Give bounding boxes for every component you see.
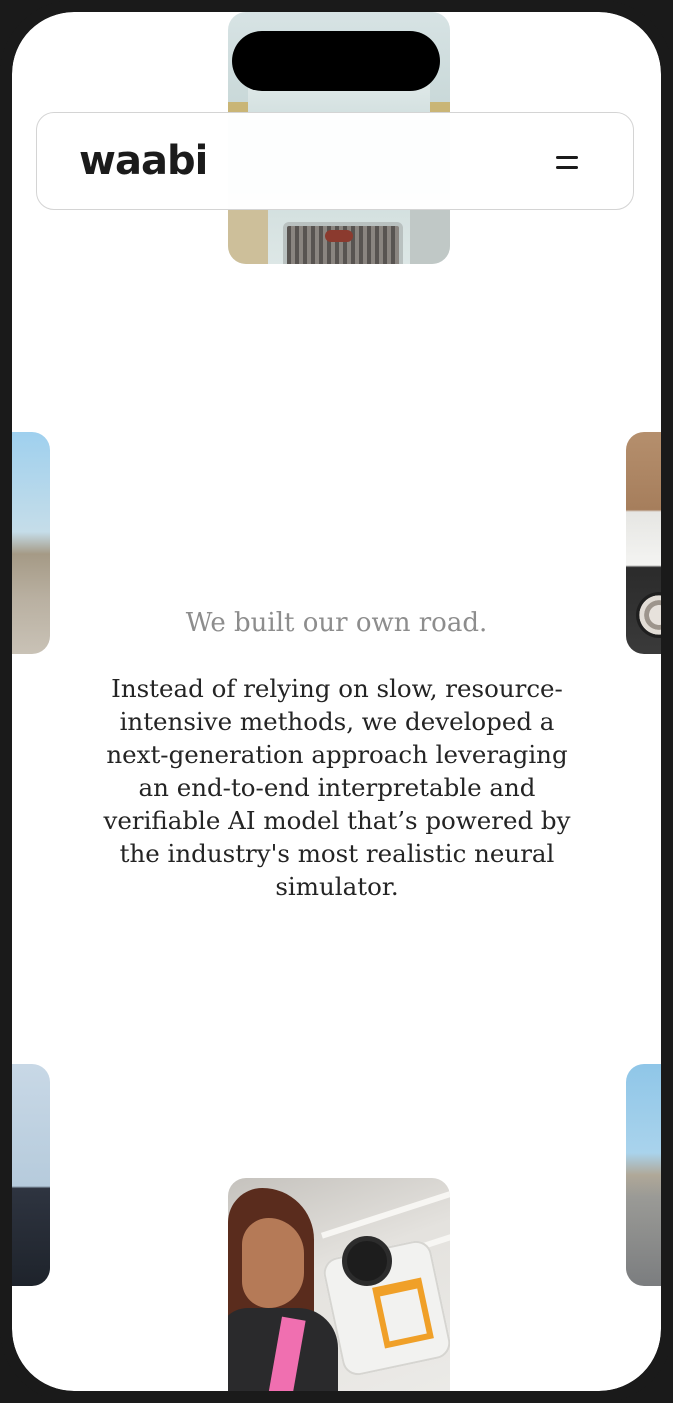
highway-photo (626, 1064, 661, 1286)
truck-grille (283, 222, 403, 264)
engineer-sensor-photo (228, 1178, 450, 1391)
truck-side-right (410, 210, 450, 264)
person-face (242, 1218, 304, 1308)
hero-subtitle: We built our own road. (185, 608, 488, 638)
hamburger-menu-icon[interactable] (543, 143, 591, 181)
truck-side-left (228, 210, 268, 264)
dynamic-island (232, 31, 440, 91)
site-header: waabi (36, 112, 634, 210)
menu-line (556, 165, 578, 169)
ceiling-beam (320, 1183, 450, 1239)
waabi-logo[interactable]: waabi (79, 131, 208, 191)
truck-badge (325, 230, 353, 242)
person-photo (12, 1064, 50, 1286)
screen: We built our own road. Instead of relyin… (12, 12, 661, 1391)
menu-line (556, 155, 578, 159)
hero-body: Instead of relying on slow, resource-int… (103, 674, 571, 901)
sensor-lens (342, 1236, 392, 1286)
